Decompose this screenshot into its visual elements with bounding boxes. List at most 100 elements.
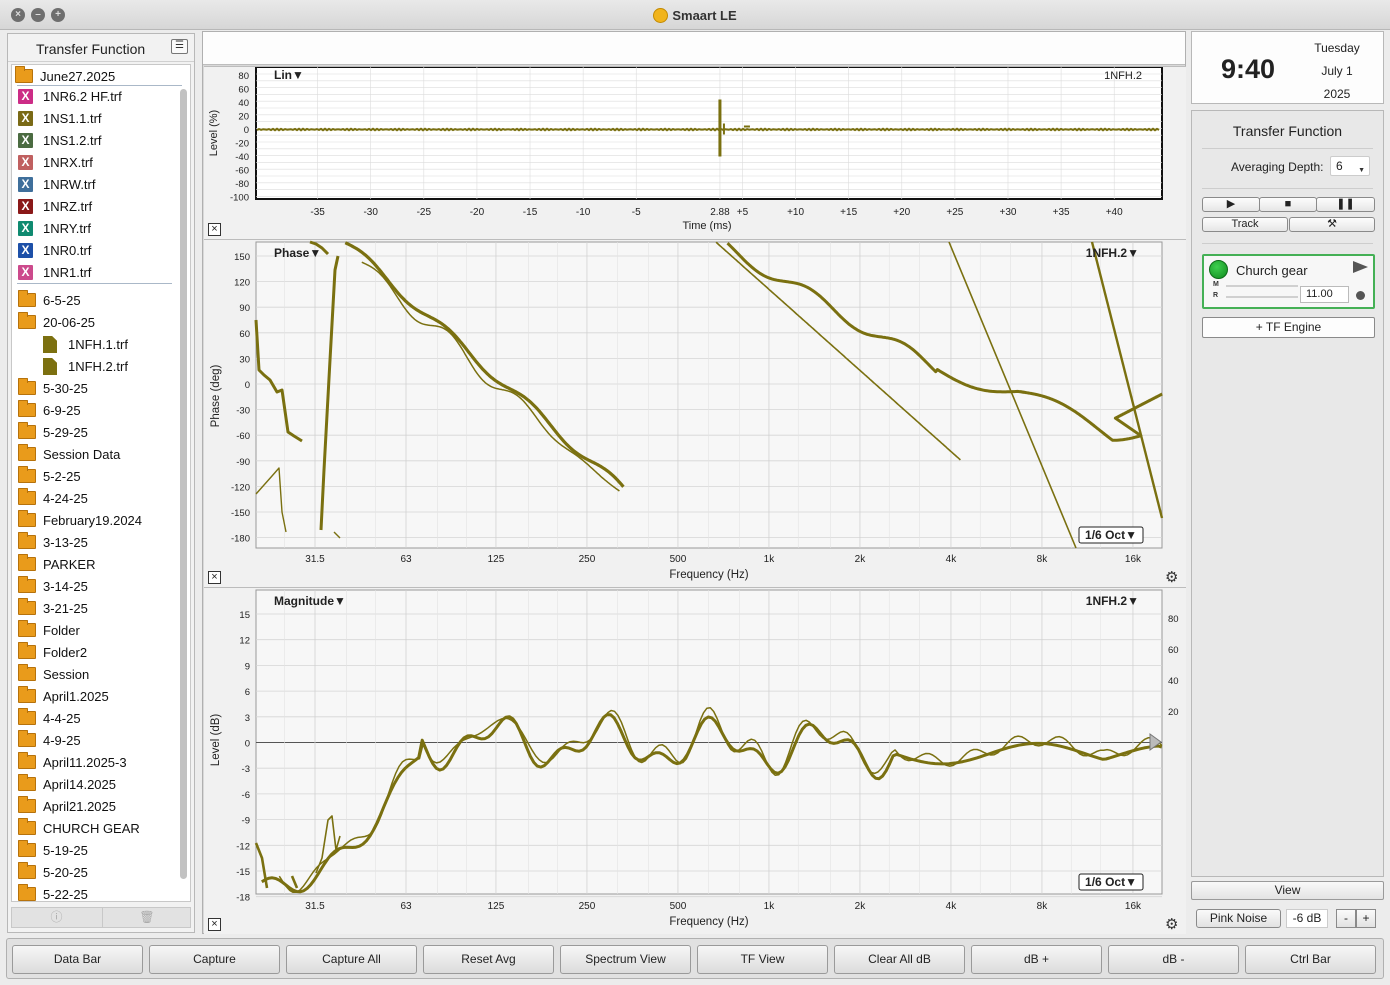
pink-noise-button[interactable]: Pink Noise — [1196, 909, 1281, 928]
record-dot-icon[interactable] — [1356, 291, 1365, 300]
close-plot-icon[interactable]: × — [208, 918, 221, 931]
impulse-trace — [256, 127, 1160, 132]
view-button[interactable]: View — [1191, 881, 1384, 900]
cmd-button-7[interactable]: dB + — [971, 945, 1102, 974]
close-plot-icon[interactable]: × — [208, 223, 221, 236]
cmd-button-6[interactable]: Clear All dB — [834, 945, 965, 974]
x-tick-label: -30 — [363, 207, 378, 218]
tree-folder[interactable]: April21.2025 — [12, 796, 180, 818]
tree-folder[interactable]: 5-29-25 — [12, 422, 180, 444]
tree-file[interactable]: X 1NRZ.trf — [12, 196, 180, 218]
tree-item-label: 5-29-25 — [43, 425, 88, 440]
x-tick-label: 500 — [670, 901, 687, 912]
tree-file[interactable]: X 1NRX.trf — [12, 152, 180, 174]
tree-item-label: 3-14-25 — [43, 579, 88, 594]
tree-folder[interactable]: 5-30-25 — [12, 378, 180, 400]
trash-icon[interactable]: 🗑 — [102, 908, 191, 927]
cmd-button-5[interactable]: TF View — [697, 945, 828, 974]
gear-icon[interactable]: ⚙ — [1165, 570, 1180, 585]
tree-item-label: 5-20-25 — [43, 865, 88, 880]
tree-folder[interactable]: 4-9-25 — [12, 730, 180, 752]
tree-folder[interactable]: Session Data — [12, 444, 180, 466]
tree-folder[interactable]: Folder — [12, 620, 180, 642]
tree-folder[interactable]: 4-4-25 — [12, 708, 180, 730]
tree-folder[interactable]: 6-5-25 — [12, 290, 180, 312]
tree-item-label: 1NS1.2.trf — [43, 133, 102, 148]
tree-item-label: 3-13-25 — [43, 535, 88, 550]
tree-file[interactable]: 1NFH.1.trf — [12, 334, 180, 356]
tree-file[interactable]: X 1NS1.2.trf — [12, 130, 180, 152]
tree-folder[interactable]: 6-9-25 — [12, 400, 180, 422]
tree-folder[interactable]: Folder2 — [12, 642, 180, 664]
cmd-button-2[interactable]: Capture All — [286, 945, 417, 974]
magnitude-plot[interactable]: 15129630-3-6-9-12-15-1831.5 63 125 250 500 1k… — [204, 588, 1186, 935]
tree-folder[interactable]: 3-14-25 — [12, 576, 180, 598]
tree-folder[interactable]: 20-06-25 — [12, 312, 180, 334]
level-minus-button[interactable]: - — [1336, 909, 1356, 928]
phase-trace-selector[interactable]: 1NFH.2▼ — [1086, 246, 1139, 260]
x-tick-label: 16k — [1125, 554, 1142, 565]
generator-level[interactable]: -6 dB — [1286, 909, 1328, 928]
delay-field[interactable]: 11.00 — [1300, 286, 1349, 303]
tf-file-icon: X — [18, 199, 33, 214]
folder-icon — [18, 774, 36, 791]
cmd-button-1[interactable]: Capture — [149, 945, 280, 974]
coherence-tick-label: 20 — [1168, 707, 1179, 718]
tree-folder[interactable]: 5-2-25 — [12, 466, 180, 488]
track-button[interactable]: Track — [1202, 217, 1288, 232]
tree-file[interactable]: 1NFH.2.trf — [12, 356, 180, 378]
tree-folder[interactable]: Session — [12, 664, 180, 686]
file-tree-scrollbar[interactable] — [179, 79, 188, 885]
tree-folder[interactable]: 3-13-25 — [12, 532, 180, 554]
x-axis-label: Frequency (Hz) — [669, 569, 748, 581]
tree-file[interactable]: X 1NS1.1.trf — [12, 108, 180, 130]
tree-folder[interactable]: 5-22-25 — [12, 884, 180, 901]
tree-item-label: CHURCH GEAR — [43, 821, 140, 836]
scroll-thumb[interactable] — [180, 89, 187, 879]
play-button[interactable]: ▶ — [1202, 197, 1260, 212]
phase-view-selector[interactable]: Phase▼ — [274, 246, 321, 260]
cmd-button-3[interactable]: Reset Avg — [423, 945, 554, 974]
smoothing-selector[interactable]: 1/6 Oct▼ — [1085, 528, 1137, 542]
smoothing-selector[interactable]: 1/6 Oct▼ — [1085, 875, 1137, 889]
tools-icon[interactable]: ⚒ — [1289, 217, 1375, 232]
tree-folder[interactable]: 5-20-25 — [12, 862, 180, 884]
cmd-button-4[interactable]: Spectrum View — [560, 945, 691, 974]
tree-folder[interactable]: 3-21-25 — [12, 598, 180, 620]
tree-file[interactable]: X 1NR0.trf — [12, 240, 180, 262]
stop-button[interactable]: ■ — [1259, 197, 1317, 212]
tree-folder[interactable]: CHURCH GEAR — [12, 818, 180, 840]
add-tf-engine-button[interactable]: + TF Engine — [1202, 317, 1375, 338]
impulse-plot[interactable]: -35 -30 -25 -20 -15 -10 -5 2.88 +5 +10 +15 +20 +25 +3… — [204, 67, 1186, 240]
tree-folder[interactable]: February19.2024 — [12, 510, 180, 532]
close-plot-icon[interactable]: × — [208, 571, 221, 584]
gear-icon[interactable]: ⚙ — [1165, 917, 1180, 932]
averaging-select[interactable]: 6 ▼ — [1330, 156, 1370, 176]
play-triangle-icon[interactable] — [1353, 261, 1368, 273]
tree-file[interactable]: X 1NRY.trf — [12, 218, 180, 240]
phase-plot[interactable]: 150 120 90 60 30 0 -30 -60 -90 -120 -150 -180 31.5 63… — [204, 240, 1186, 588]
tree-folder[interactable]: 5-19-25 — [12, 840, 180, 862]
pause-button[interactable]: ❚❚ — [1316, 197, 1375, 212]
info-icon[interactable]: ⓘ — [12, 908, 101, 927]
tree-folder[interactable]: PARKER — [12, 554, 180, 576]
tree-file[interactable]: X 1NRW.trf — [12, 174, 180, 196]
averaging-value: 6 — [1336, 159, 1343, 173]
tree-file[interactable]: X 1NR6.2 HF.trf — [12, 86, 180, 108]
status-led-icon[interactable] — [1209, 260, 1228, 279]
level-plus-button[interactable]: + — [1356, 909, 1376, 928]
cmd-button-9[interactable]: Ctrl Bar — [1245, 945, 1376, 974]
magnitude-view-selector[interactable]: Magnitude▼ — [274, 594, 346, 608]
tree-folder[interactable]: April14.2025 — [12, 774, 180, 796]
cmd-button-8[interactable]: dB - — [1108, 945, 1239, 974]
tree-folder[interactable]: 4-24-25 — [12, 488, 180, 510]
measurement-card[interactable]: Church gear M R 11.00 — [1202, 254, 1375, 309]
tree-folder[interactable]: April1.2025 — [12, 686, 180, 708]
tree-folder[interactable]: April11.2025-3 — [12, 752, 180, 774]
tree-file[interactable]: X 1NR1.trf — [12, 262, 180, 284]
impulse-mode-selector[interactable]: Lin▼ — [274, 68, 304, 82]
y-tick-label: -40 — [235, 152, 249, 163]
panel-menu-icon[interactable]: ☰ — [171, 39, 188, 54]
magnitude-trace-selector[interactable]: 1NFH.2▼ — [1086, 594, 1139, 608]
cmd-button-0[interactable]: Data Bar — [12, 945, 143, 974]
